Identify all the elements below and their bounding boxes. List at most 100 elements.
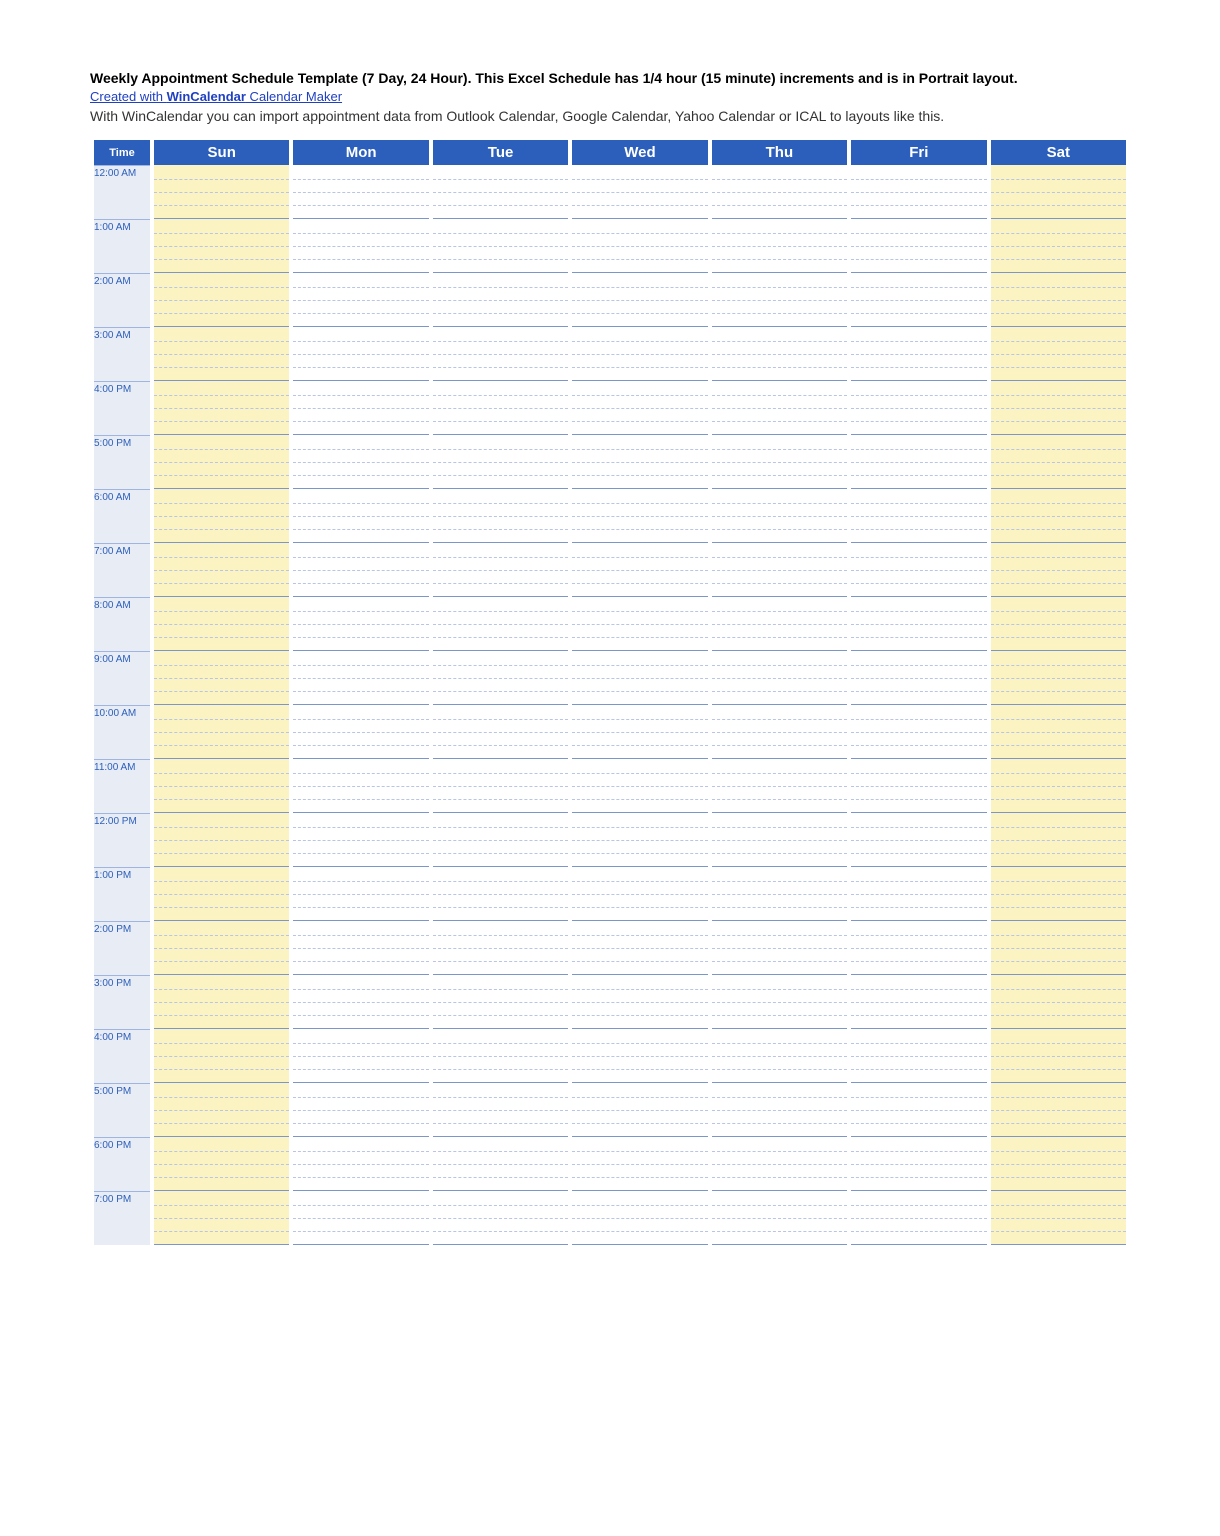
slot-cell[interactable] [572,638,707,651]
slot-cell[interactable] [712,679,847,692]
slot-cell[interactable] [293,530,428,543]
slot-cell[interactable] [433,558,568,571]
slot-cell[interactable] [712,219,847,234]
slot-cell[interactable] [433,895,568,908]
slot-cell[interactable] [851,1206,986,1219]
slot-cell[interactable] [712,841,847,854]
slot-cell[interactable] [851,396,986,409]
slot-cell[interactable] [991,489,1126,504]
slot-cell[interactable] [433,530,568,543]
slot-cell[interactable] [991,1152,1126,1165]
slot-cell[interactable] [572,409,707,422]
slot-cell[interactable] [293,165,428,180]
slot-cell[interactable] [712,260,847,273]
slot-cell[interactable] [712,1178,847,1191]
slot-cell[interactable] [712,517,847,530]
slot-cell[interactable] [712,368,847,381]
slot-cell[interactable] [572,234,707,247]
slot-cell[interactable] [851,1098,986,1111]
slot-cell[interactable] [712,962,847,975]
slot-cell[interactable] [293,206,428,219]
slot-cell[interactable] [712,1191,847,1206]
slot-cell[interactable] [433,489,568,504]
slot-cell[interactable] [991,422,1126,435]
slot-cell[interactable] [154,651,289,666]
slot-cell[interactable] [991,558,1126,571]
slot-cell[interactable] [433,733,568,746]
slot-cell[interactable] [293,381,428,396]
slot-cell[interactable] [712,746,847,759]
slot-cell[interactable] [991,260,1126,273]
slot-cell[interactable] [293,180,428,193]
slot-cell[interactable] [433,288,568,301]
slot-cell[interactable] [851,1165,986,1178]
slot-cell[interactable] [293,828,428,841]
slot-cell[interactable] [293,787,428,800]
slot-cell[interactable] [572,612,707,625]
slot-cell[interactable] [572,666,707,679]
slot-cell[interactable] [712,1111,847,1124]
slot-cell[interactable] [433,1057,568,1070]
slot-cell[interactable] [991,368,1126,381]
slot-cell[interactable] [154,530,289,543]
slot-cell[interactable] [293,651,428,666]
slot-cell[interactable] [851,774,986,787]
slot-cell[interactable] [572,584,707,597]
slot-cell[interactable] [712,720,847,733]
slot-cell[interactable] [851,612,986,625]
slot-cell[interactable] [572,206,707,219]
slot-cell[interactable] [154,1219,289,1232]
slot-cell[interactable] [991,450,1126,463]
slot-cell[interactable] [572,882,707,895]
slot-cell[interactable] [433,638,568,651]
slot-cell[interactable] [433,651,568,666]
slot-cell[interactable] [293,396,428,409]
slot-cell[interactable] [991,1165,1126,1178]
slot-cell[interactable] [712,314,847,327]
slot-cell[interactable] [293,936,428,949]
slot-cell[interactable] [433,219,568,234]
slot-cell[interactable] [851,975,986,990]
slot-cell[interactable] [712,759,847,774]
slot-cell[interactable] [712,234,847,247]
slot-cell[interactable] [154,1191,289,1206]
slot-cell[interactable] [293,314,428,327]
slot-cell[interactable] [991,867,1126,882]
slot-cell[interactable] [712,1044,847,1057]
slot-cell[interactable] [851,908,986,921]
slot-cell[interactable] [433,1191,568,1206]
slot-cell[interactable] [851,597,986,612]
slot-cell[interactable] [154,219,289,234]
slot-cell[interactable] [293,463,428,476]
slot-cell[interactable] [293,504,428,517]
slot-cell[interactable] [712,1029,847,1044]
slot-cell[interactable] [154,247,289,260]
slot-cell[interactable] [293,1111,428,1124]
slot-cell[interactable] [572,625,707,638]
slot-cell[interactable] [712,908,847,921]
slot-cell[interactable] [572,288,707,301]
slot-cell[interactable] [293,597,428,612]
slot-cell[interactable] [154,679,289,692]
slot-cell[interactable] [293,517,428,530]
slot-cell[interactable] [991,342,1126,355]
slot-cell[interactable] [433,396,568,409]
slot-cell[interactable] [572,180,707,193]
slot-cell[interactable] [572,854,707,867]
slot-cell[interactable] [293,733,428,746]
slot-cell[interactable] [572,396,707,409]
slot-cell[interactable] [433,193,568,206]
slot-cell[interactable] [572,759,707,774]
slot-cell[interactable] [991,530,1126,543]
slot-cell[interactable] [433,1152,568,1165]
slot-cell[interactable] [851,422,986,435]
slot-cell[interactable] [433,463,568,476]
slot-cell[interactable] [154,612,289,625]
slot-cell[interactable] [991,381,1126,396]
slot-cell[interactable] [712,1232,847,1245]
slot-cell[interactable] [293,867,428,882]
slot-cell[interactable] [433,679,568,692]
slot-cell[interactable] [154,1044,289,1057]
slot-cell[interactable] [572,463,707,476]
slot-cell[interactable] [154,787,289,800]
